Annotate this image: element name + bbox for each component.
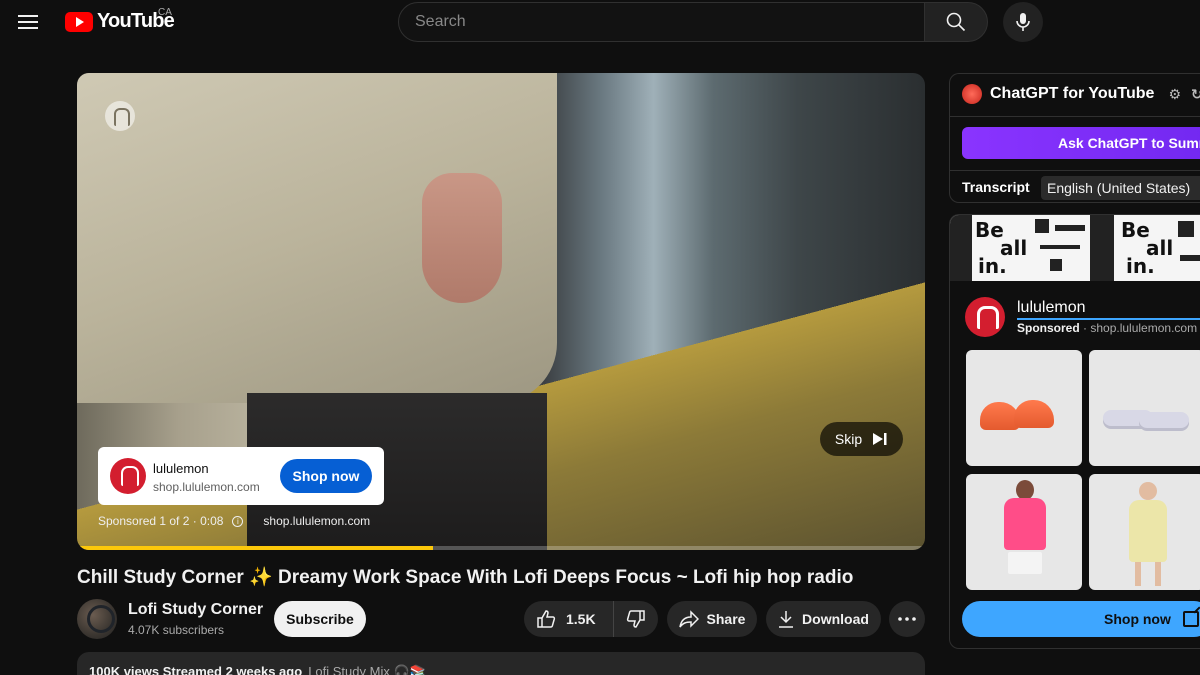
share-label: Share (706, 611, 746, 627)
sponsored-label: Sponsored (1017, 321, 1080, 335)
product-tile-slides[interactable] (1089, 350, 1200, 466)
banner-graphic (1035, 219, 1049, 233)
sponsored-domain[interactable]: · shop.lululemon.com (1083, 321, 1197, 335)
description-box[interactable]: 100K views Streamed 2 weeks ago Lofi Stud… (77, 652, 925, 675)
video-frame-hand (422, 173, 502, 303)
divider (950, 170, 1200, 171)
model-image (1139, 482, 1157, 500)
description-stats: 100K views Streamed 2 weeks ago (89, 664, 303, 675)
refresh-icon[interactable]: ↻ (1191, 86, 1200, 103)
divider (950, 116, 1200, 117)
thumbs-down-icon (626, 610, 645, 628)
external-link-icon (1182, 611, 1199, 627)
sponsored-shop-now-button[interactable]: Shop now (962, 601, 1200, 637)
chatgpt-logo-icon (962, 84, 982, 104)
search-icon (946, 12, 966, 32)
model-image (1016, 480, 1034, 500)
transcript-language-select[interactable]: English (United States) (1041, 176, 1200, 200)
ad-progress-bar[interactable] (77, 546, 925, 550)
thumbs-up-icon (537, 610, 556, 628)
slide-image (1139, 412, 1189, 428)
banner-graphic (1055, 225, 1085, 231)
skip-next-icon (873, 433, 887, 445)
lululemon-logo-icon[interactable] (965, 297, 1005, 337)
chatgpt-extension-panel: ChatGPT for YouTube ⚙ ↻ Ask ChatGPT to S… (949, 73, 1200, 203)
like-dislike-group: 1.5K (524, 601, 658, 637)
channel-avatar[interactable] (77, 599, 117, 639)
video-player[interactable]: lululemon shop.lululemon.com Shop now Sp… (77, 73, 925, 550)
shop-now-label: Shop now (1104, 611, 1171, 627)
skip-label: Skip (834, 431, 863, 447)
banner-word: in. (978, 254, 1007, 278)
voice-search-button[interactable] (1003, 2, 1043, 42)
chatgpt-header: ChatGPT for YouTube ⚙ ↻ (962, 84, 1200, 104)
subscribe-button[interactable]: Subscribe (274, 601, 366, 637)
chatgpt-title: ChatGPT for YouTube (990, 85, 1155, 102)
like-count: 1.5K (566, 611, 596, 627)
menu-icon[interactable] (18, 10, 42, 34)
banner-graphic (1040, 245, 1080, 249)
lululemon-logo-icon (110, 458, 146, 494)
sponsored-meta: Sponsored · shop.lululemon.com (1017, 321, 1197, 335)
advertiser-watermark-icon (105, 101, 135, 131)
banner-graphic (950, 215, 972, 281)
shoe-image (1014, 400, 1054, 428)
ad-domain[interactable]: shop.lululemon.com (153, 480, 260, 494)
country-code: CA (158, 7, 172, 18)
ad-meta: Sponsored 1 of 2 · 0:08 i shop.lululemon… (98, 514, 370, 528)
masthead: YouTube CA (0, 0, 1200, 44)
download-icon (779, 611, 794, 628)
like-button[interactable]: 1.5K (524, 601, 614, 637)
ad-meta-domain[interactable]: shop.lululemon.com (263, 514, 370, 528)
ad-shop-now-button[interactable]: Shop now (280, 459, 372, 493)
shirt-image (1004, 498, 1046, 550)
ad-advertiser-name[interactable]: lululemon (153, 461, 209, 476)
search-input[interactable] (415, 13, 924, 31)
ask-chatgpt-button[interactable]: Ask ChatGPT to Summ (962, 127, 1200, 159)
skip-ad-button[interactable]: Skip (820, 422, 903, 456)
product-tile-tee[interactable] (966, 474, 1082, 590)
microphone-icon (1016, 13, 1030, 31)
download-button[interactable]: Download (766, 601, 881, 637)
ad-overlay-card[interactable]: lululemon shop.lululemon.com Shop now (98, 447, 384, 505)
gear-icon[interactable]: ⚙ (1168, 86, 1181, 103)
transcript-language-value: English (United States) (1047, 180, 1191, 196)
search-button[interactable] (924, 2, 988, 42)
banner-graphic (1180, 255, 1200, 261)
shorts-image (1008, 552, 1042, 574)
video-title: Chill Study Corner ✨ Dreamy Work Space W… (77, 567, 854, 588)
sponsored-shopping-panel: Be all in. Be all in. lululemon Sponsore… (949, 214, 1200, 649)
info-icon[interactable]: i (232, 515, 244, 527)
description-playlist-tag[interactable]: Lofi Study Mix 🎧📚 (308, 664, 426, 675)
more-actions-button[interactable] (889, 601, 925, 637)
legs-image (1135, 562, 1161, 586)
banner-graphic (1050, 259, 1062, 271)
more-horizontal-icon (898, 617, 916, 621)
subscriber-count: 4.07K subscribers (128, 623, 225, 637)
dislike-button[interactable] (614, 601, 658, 637)
ad-sponsored-label: Sponsored 1 of 2 · 0:08 (98, 514, 224, 528)
share-button[interactable]: Share (667, 601, 757, 637)
share-icon (678, 610, 699, 628)
banner-graphic (1178, 221, 1194, 237)
search-box[interactable] (398, 2, 925, 42)
banner-word: in. (1126, 254, 1155, 278)
sponsored-advertiser-name[interactable]: lululemon (1017, 299, 1200, 320)
transcript-label: Transcript (962, 179, 1030, 195)
banner-graphic (1090, 215, 1114, 281)
ad-banner[interactable]: Be all in. Be all in. (950, 215, 1200, 281)
download-label: Download (802, 611, 869, 627)
ad-progress-fill (77, 546, 434, 550)
product-tile-outfit[interactable] (1089, 474, 1200, 590)
product-tile-shoes[interactable] (966, 350, 1082, 466)
outfit-image (1129, 500, 1167, 562)
youtube-play-icon (65, 11, 93, 32)
channel-name[interactable]: Lofi Study Corner (128, 601, 263, 619)
